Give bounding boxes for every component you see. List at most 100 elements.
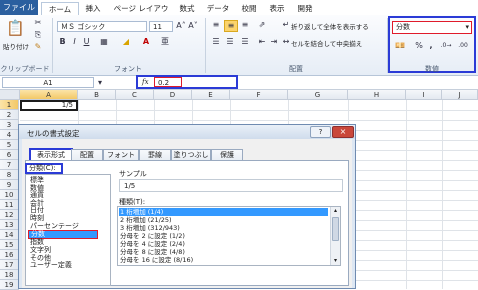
row-header[interactable]: 11 bbox=[0, 200, 19, 210]
tab-review[interactable]: 校閲 bbox=[238, 2, 260, 15]
category-list[interactable]: 標準 数値 通貨 会計 日付 時刻 パーセンテージ 分数 指数 文字列 その他 … bbox=[25, 174, 111, 286]
row-header[interactable]: 10 bbox=[0, 190, 19, 200]
tab-home[interactable]: ホーム bbox=[41, 2, 79, 16]
paste-icon[interactable]: 📋 bbox=[6, 19, 25, 37]
align-center-icon[interactable]: ☰ bbox=[224, 37, 236, 47]
italic-button[interactable]: I bbox=[70, 37, 79, 47]
font-name-select[interactable]: ＭＳ ゴシック bbox=[57, 21, 147, 32]
align-right-icon[interactable]: ☰ bbox=[239, 37, 251, 47]
tab-page-layout[interactable]: ページ レイアウト bbox=[110, 2, 172, 26]
decrease-decimal-icon[interactable]: .00 bbox=[456, 41, 470, 51]
row-header[interactable]: 3 bbox=[0, 120, 19, 130]
align-bottom-icon[interactable]: ≡ bbox=[239, 20, 251, 30]
font-grow-icon[interactable]: A˄ bbox=[176, 21, 186, 31]
help-button[interactable]: ? bbox=[310, 126, 331, 138]
row-header[interactable]: 18 bbox=[0, 270, 19, 280]
column-header[interactable]: B bbox=[78, 90, 116, 100]
row-header[interactable]: 7 bbox=[0, 160, 19, 170]
column-header[interactable]: H bbox=[348, 90, 406, 100]
indent-decrease-icon[interactable]: ⇤ bbox=[256, 37, 268, 47]
list-item[interactable]: 分母を 16 に設定 (8/16) bbox=[120, 256, 193, 264]
row-header[interactable]: 8 bbox=[0, 170, 19, 180]
format-cells-dialog: セルの書式設定 ? × 表示形式 配置 フォント 罫線 塗りつぶし 保護 分類(… bbox=[18, 124, 356, 289]
column-header[interactable]: J bbox=[442, 90, 478, 100]
row-header[interactable]: 6 bbox=[0, 150, 19, 160]
list-item[interactable]: 分母を 2 に設定 (1/2) bbox=[120, 232, 185, 240]
list-item[interactable]: 分母を 8 に設定 (4/8) bbox=[120, 248, 185, 256]
comma-button[interactable]: , bbox=[426, 41, 436, 51]
name-box-dropdown-icon[interactable]: ▾ bbox=[96, 78, 104, 88]
merge-center-button[interactable]: セルを結合して中央揃え bbox=[291, 38, 362, 48]
row-header[interactable]: 2 bbox=[0, 110, 19, 120]
font-size-select[interactable]: 11 bbox=[149, 21, 173, 32]
column-header[interactable]: E bbox=[192, 90, 230, 100]
wrap-text-button[interactable]: 折り返して全体を表示する bbox=[291, 21, 369, 31]
list-item[interactable]: ユーザー定義 bbox=[30, 262, 72, 270]
number-format-select[interactable]: 分数 ▾ bbox=[392, 21, 472, 34]
list-item[interactable]: 2 桁増加 (21/25) bbox=[120, 216, 172, 224]
row-header[interactable]: 1 bbox=[0, 100, 19, 110]
currency-icon[interactable]: 💴 bbox=[393, 41, 407, 51]
column-header[interactable]: C bbox=[116, 90, 154, 100]
tab-formulas[interactable]: 数式 bbox=[176, 2, 198, 15]
column-header[interactable]: D bbox=[154, 90, 192, 100]
row-header[interactable]: 15 bbox=[0, 240, 19, 250]
column-header[interactable]: A bbox=[20, 90, 78, 100]
tab-file[interactable]: ファイル bbox=[0, 0, 38, 15]
list-item[interactable]: 分母を 4 に設定 (2/4) bbox=[120, 240, 185, 248]
format-painter-icon[interactable]: ✎ bbox=[33, 42, 43, 52]
align-left-icon[interactable]: ☰ bbox=[210, 37, 222, 47]
merge-center-icon[interactable]: ↔ bbox=[282, 37, 290, 47]
row-header[interactable]: 16 bbox=[0, 250, 19, 260]
scroll-up-icon[interactable]: ▴ bbox=[331, 207, 340, 215]
indent-increase-icon[interactable]: ⇥ bbox=[268, 37, 280, 47]
tab-insert[interactable]: 挿入 bbox=[80, 2, 106, 15]
column-header[interactable]: I bbox=[406, 90, 442, 100]
type-list-scrollbar[interactable]: ▴ ▾ bbox=[330, 207, 340, 265]
underline-button[interactable]: U bbox=[82, 37, 91, 47]
type-list[interactable]: 1 桁増加 (1/4) 2 桁増加 (21/25) 3 桁増加 (312/943… bbox=[117, 206, 341, 266]
increase-decimal-icon[interactable]: .0→ bbox=[439, 41, 453, 51]
column-header[interactable]: F bbox=[230, 90, 288, 100]
percent-button[interactable]: % bbox=[414, 41, 424, 51]
cut-icon[interactable]: ✂ bbox=[33, 18, 43, 28]
gridline bbox=[442, 100, 443, 289]
fx-icon[interactable]: fx bbox=[142, 78, 149, 86]
fill-color-icon[interactable]: ◢ bbox=[120, 37, 132, 47]
chevron-down-icon[interactable]: ▾ bbox=[465, 22, 469, 33]
font-color-icon[interactable]: A bbox=[140, 37, 152, 47]
paste-button[interactable]: 貼り付け bbox=[2, 41, 30, 51]
tab-data[interactable]: データ bbox=[204, 2, 232, 15]
border-icon[interactable]: ▦ bbox=[98, 37, 110, 47]
list-item[interactable]: 3 桁増加 (312/943) bbox=[120, 224, 180, 232]
scroll-thumb[interactable] bbox=[332, 217, 339, 241]
formula-input[interactable]: fx 0.2 bbox=[136, 75, 238, 89]
name-box[interactable]: A1 bbox=[2, 77, 94, 88]
orientation-icon[interactable]: ⇗ bbox=[256, 20, 268, 30]
tab-view[interactable]: 表示 bbox=[266, 2, 288, 15]
row-header[interactable]: 4 bbox=[0, 130, 19, 140]
row-header[interactable]: 5 bbox=[0, 140, 19, 150]
phonetic-icon[interactable]: 亜 bbox=[158, 37, 172, 47]
row-header[interactable]: 12 bbox=[0, 210, 19, 220]
select-all-corner[interactable] bbox=[0, 90, 20, 100]
tab-developer[interactable]: 開発 bbox=[294, 2, 316, 15]
cell-a1[interactable]: 1/5 bbox=[20, 100, 78, 111]
gridline bbox=[20, 110, 478, 111]
row-header[interactable]: 13 bbox=[0, 220, 19, 230]
row-header[interactable]: 14 bbox=[0, 230, 19, 240]
scroll-down-icon[interactable]: ▾ bbox=[331, 257, 340, 265]
column-header[interactable]: G bbox=[288, 90, 348, 100]
close-button[interactable]: × bbox=[332, 126, 354, 138]
wrap-text-icon[interactable]: ↵ bbox=[282, 20, 290, 30]
row-header[interactable]: 9 bbox=[0, 180, 19, 190]
align-middle-icon[interactable]: ≡ bbox=[224, 20, 238, 32]
bold-button[interactable]: B bbox=[58, 37, 67, 47]
row-header[interactable]: 17 bbox=[0, 260, 19, 270]
font-shrink-icon[interactable]: A˅ bbox=[188, 21, 198, 31]
ribbon: 📋 貼り付け ✂ ⎘ ✎ クリップボード ＭＳ ゴシック 11 A˄ A˅ B … bbox=[0, 15, 478, 76]
align-top-icon[interactable]: ≡ bbox=[210, 20, 222, 30]
list-item-selected[interactable]: 1 桁増加 (1/4) bbox=[119, 208, 328, 216]
formula-bar: A1 ▾ fx 0.2 bbox=[0, 75, 478, 90]
copy-icon[interactable]: ⎘ bbox=[33, 30, 43, 40]
